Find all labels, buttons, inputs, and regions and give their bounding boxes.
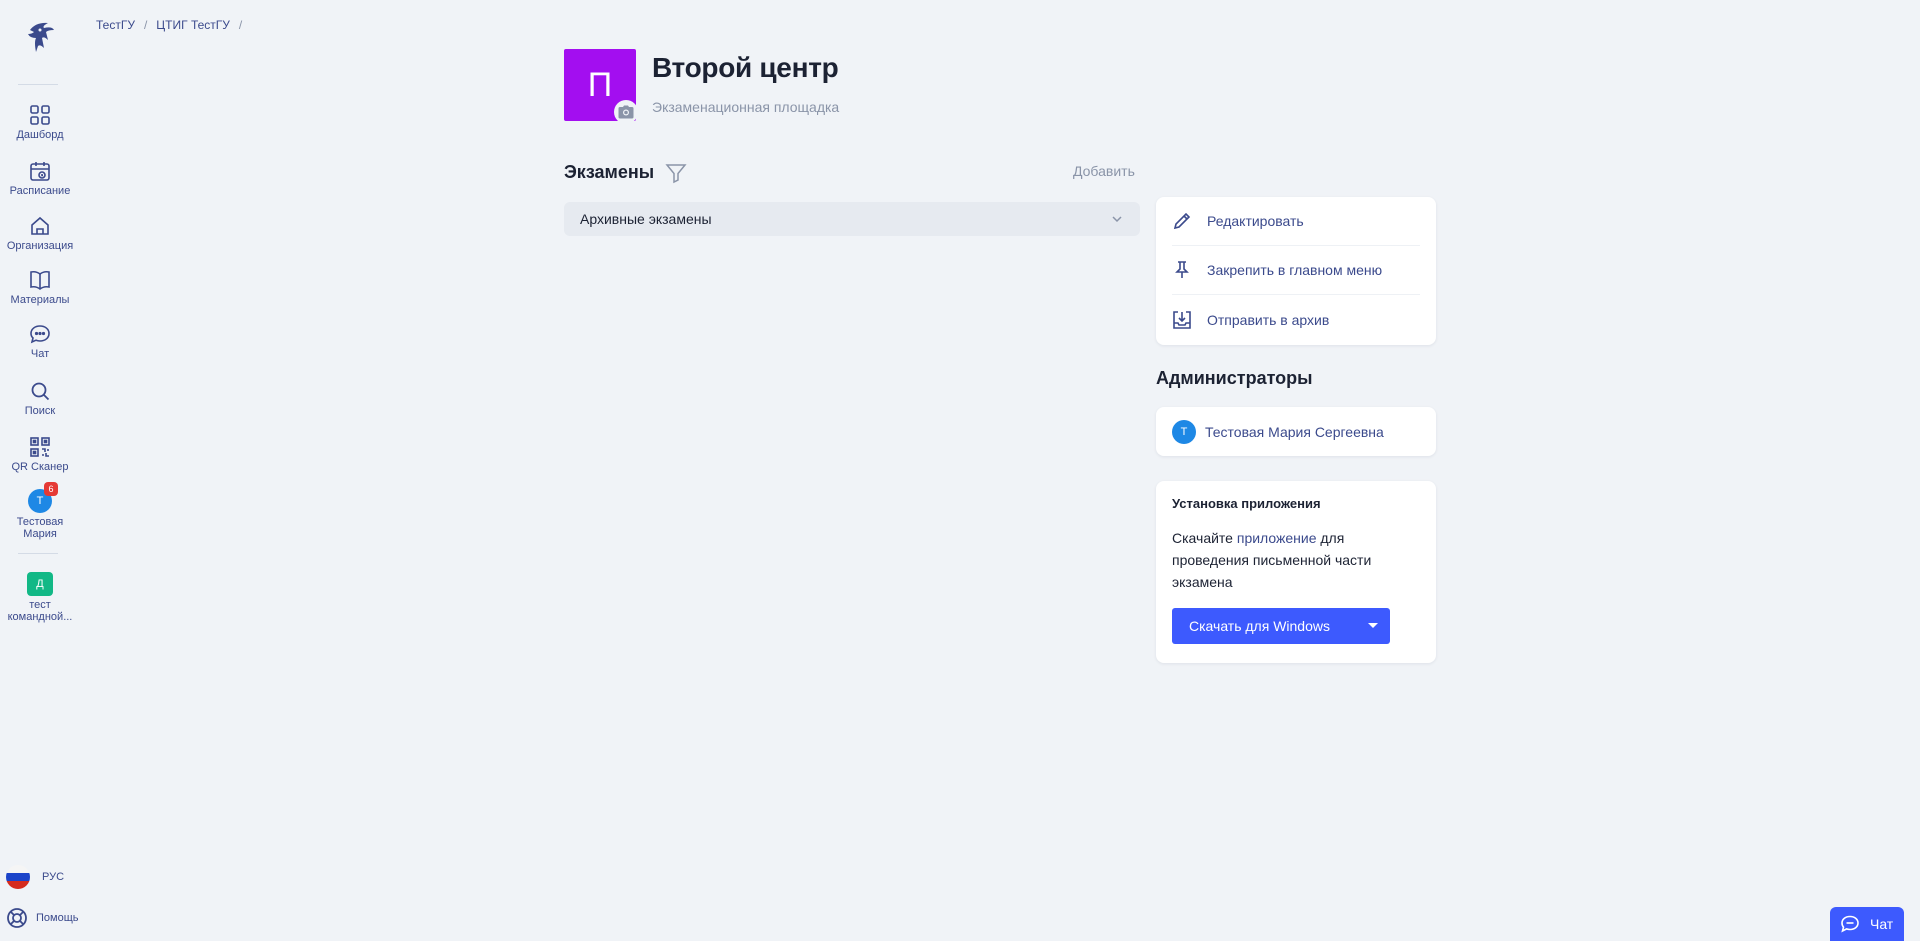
book-icon: [30, 270, 50, 290]
nav-divider: [18, 553, 58, 554]
archive-button[interactable]: Отправить в архив: [1172, 295, 1420, 344]
lifebuoy-icon: [7, 908, 27, 928]
language-label: РУС: [42, 871, 65, 883]
nav-label: Расписание: [9, 185, 71, 197]
install-description: Скачайте приложение для проведения письм…: [1172, 530, 1372, 590]
dropdown-caret-icon[interactable]: [1356, 622, 1390, 630]
side-navigation: Дашборд Расписание Организация Материалы…: [0, 0, 80, 941]
help-label: Помощь: [36, 912, 79, 924]
action-label: Редактировать: [1207, 213, 1304, 229]
dashboard-icon: [30, 105, 50, 125]
nav-item-schedule[interactable]: Расписание: [0, 160, 80, 197]
language-switcher[interactable]: РУС: [6, 865, 64, 889]
edit-button[interactable]: Редактировать: [1172, 197, 1420, 246]
qr-icon: [30, 437, 50, 457]
nav-item-user-profile[interactable]: Т 6 Тестовая Мария: [0, 482, 80, 540]
notification-badge: 6: [44, 482, 58, 496]
nav-label: QR Сканер: [11, 461, 69, 473]
avatar: Т: [1172, 419, 1196, 444]
action-label: Закрепить в главном меню: [1207, 262, 1383, 278]
calendar-icon: [30, 162, 50, 181]
add-exam-button[interactable]: Добавить: [1073, 163, 1135, 179]
home-icon: [31, 216, 49, 235]
nav-item-dashboard[interactable]: Дашборд: [0, 104, 80, 141]
breadcrumb-item[interactable]: ЦТИГ ТестГУ: [156, 18, 230, 32]
nav-label: Поиск: [24, 405, 56, 417]
archived-exams-dropdown[interactable]: Архивные экзамены: [564, 202, 1140, 236]
breadcrumb-separator: /: [238, 18, 243, 32]
chat-bubble-icon: [1841, 915, 1859, 933]
app-install-card: Установка приложения Скачайте приложение…: [1156, 481, 1436, 663]
nav-divider: [18, 84, 58, 85]
nav-item-materials[interactable]: Материалы: [0, 269, 80, 306]
admin-list-item[interactable]: Т Тестовая Мария Сергеевна: [1156, 407, 1436, 456]
nav-item-search[interactable]: Поиск: [0, 380, 80, 417]
logo-icon[interactable]: [24, 20, 56, 54]
help-link[interactable]: Помощь: [6, 907, 79, 929]
install-title: Установка приложения: [1172, 496, 1321, 511]
nav-item-organization[interactable]: Организация: [0, 215, 80, 252]
app-download-link[interactable]: приложение: [1237, 530, 1317, 546]
exams-heading: Экзамены: [564, 162, 655, 182]
nav-item-qr-scanner[interactable]: QR Сканер: [0, 436, 80, 473]
nav-item-chat[interactable]: Чат: [0, 323, 80, 360]
archive-icon: [1173, 310, 1191, 329]
download-windows-button[interactable]: Скачать для Windows: [1172, 608, 1390, 644]
change-photo-button[interactable]: [614, 100, 638, 124]
chat-widget-button[interactable]: Чат: [1830, 907, 1904, 941]
camera-icon: [618, 105, 634, 119]
team-avatar: Д: [27, 572, 53, 596]
admin-name: Тестовая Мария Сергеевна: [1205, 423, 1384, 440]
administrators-heading: Администраторы: [1156, 368, 1313, 388]
nav-label: Чат: [30, 348, 50, 360]
pencil-icon: [1173, 212, 1191, 230]
breadcrumb-item[interactable]: ТестГУ: [96, 18, 135, 32]
chat-bubble-icon: [30, 325, 50, 344]
page-title: Второй центр: [652, 52, 839, 83]
nav-label: Организация: [6, 240, 74, 252]
pin-to-menu-button[interactable]: Закрепить в главном меню: [1172, 246, 1420, 295]
chat-label: Чат: [1870, 916, 1894, 932]
nav-label: тест командной...: [7, 599, 73, 623]
nav-label: Тестовая Мария: [16, 516, 64, 540]
action-label: Отправить в архив: [1207, 311, 1330, 328]
breadcrumb: ТестГУ / ЦТИГ ТестГУ /: [96, 18, 251, 32]
nav-label: Дашборд: [16, 129, 64, 141]
page-subtitle: Экзаменационная площадка: [652, 99, 840, 115]
nav-label: Материалы: [10, 294, 70, 306]
archived-exams-label: Архивные экзамены: [580, 211, 712, 227]
download-button-label: Скачать для Windows: [1189, 618, 1330, 634]
breadcrumb-separator: /: [143, 18, 148, 32]
nav-item-team[interactable]: Д тест командной...: [0, 572, 80, 623]
search-icon: [31, 382, 50, 401]
filter-icon[interactable]: [665, 162, 687, 189]
actions-card: Редактировать Закрепить в главном меню О…: [1156, 197, 1436, 345]
chevron-down-icon: [1112, 216, 1122, 223]
pin-icon: [1175, 261, 1189, 278]
russia-flag-icon: [6, 865, 30, 889]
